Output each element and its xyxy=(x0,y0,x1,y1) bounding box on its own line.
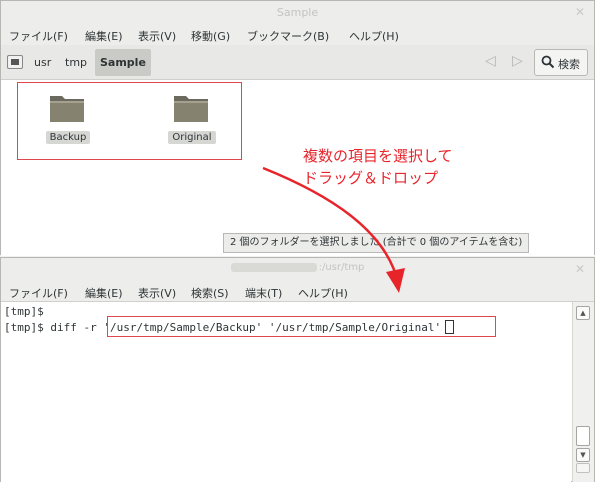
file-manager-window: Sample ✕ ファイル(F) 編集(E) 表示(V) 移動(G) ブックマー… xyxy=(0,0,595,256)
redacted-hostname xyxy=(230,262,317,272)
menu-file[interactable]: ファイル(F) xyxy=(9,285,68,301)
folder-icon xyxy=(50,96,84,122)
selection-status: 2 個のフォルダーを選択しました (合計で 0 個のアイテムを含む) xyxy=(223,233,530,253)
menu-help[interactable]: ヘルプ(H) xyxy=(298,285,348,301)
menu-view[interactable]: 表示(V) xyxy=(138,28,176,44)
close-icon[interactable]: ✕ xyxy=(575,262,585,276)
annotation-line-2: ドラッグ＆ドロップ xyxy=(303,169,439,187)
menu-bookmarks[interactable]: ブックマーク(B) xyxy=(247,28,329,44)
terminal-titlebar: :/usr/tmp ✕ xyxy=(1,258,594,280)
folder-item-original[interactable]: Original xyxy=(162,87,222,151)
breadcrumb-sample[interactable]: Sample xyxy=(95,49,151,76)
file-manager-toolbar: usr tmp Sample ◁ ▷ 検索 xyxy=(1,45,594,80)
search-label: 検索 xyxy=(558,58,580,71)
folder-label: Backup xyxy=(45,131,91,144)
terminal-scrollbar[interactable]: ▲ ▼ xyxy=(572,302,594,482)
search-button[interactable]: 検索 xyxy=(534,49,588,76)
terminal-title: :/usr/tmp xyxy=(1,262,594,273)
file-manager-titlebar: Sample ✕ xyxy=(1,1,594,25)
terminal-prompt-command: [tmp]$ diff -r xyxy=(4,321,104,334)
menu-file[interactable]: ファイル(F) xyxy=(9,28,68,44)
menu-go[interactable]: 移動(G) xyxy=(191,28,230,44)
folder-item-backup[interactable]: Backup xyxy=(38,87,98,151)
menu-view[interactable]: 表示(V) xyxy=(138,285,176,301)
terminal-title-path: :/usr/tmp xyxy=(318,262,365,273)
forward-arrow-icon[interactable]: ▷ xyxy=(512,53,523,69)
menu-edit[interactable]: 編集(E) xyxy=(85,28,123,44)
menu-search[interactable]: 検索(S) xyxy=(191,285,229,301)
menu-terminal[interactable]: 端末(T) xyxy=(245,285,282,301)
terminal-window: :/usr/tmp ✕ ファイル(F) 編集(E) 表示(V) 検索(S) 端末… xyxy=(0,257,595,482)
scrollbar-thumb[interactable] xyxy=(576,426,590,446)
breadcrumb-usr[interactable]: usr xyxy=(29,49,56,76)
terminal-menubar: ファイル(F) 編集(E) 表示(V) 検索(S) 端末(T) ヘルプ(H) xyxy=(1,280,594,302)
scroll-up-icon[interactable]: ▲ xyxy=(576,306,590,320)
terminal-output[interactable]: [tmp]$ [tmp]$ diff -r '/usr/tmp/Sample/B… xyxy=(1,302,571,482)
location-toggle-icon[interactable] xyxy=(7,55,23,69)
menu-help[interactable]: ヘルプ(H) xyxy=(349,28,399,44)
close-icon[interactable]: ✕ xyxy=(575,5,585,19)
scroll-down-icon[interactable]: ▼ xyxy=(576,448,590,462)
back-arrow-icon[interactable]: ◁ xyxy=(485,53,496,69)
resize-grip-icon[interactable] xyxy=(576,463,590,473)
folder-label: Original xyxy=(168,131,216,144)
file-manager-menubar: ファイル(F) 編集(E) 表示(V) 移動(G) ブックマーク(B) ヘルプ(… xyxy=(1,25,594,45)
menu-edit[interactable]: 編集(E) xyxy=(85,285,123,301)
drag-drop-annotation: 複数の項目を選択して ドラッグ＆ドロップ xyxy=(303,145,453,189)
dropped-paths-highlight-box xyxy=(107,316,496,337)
annotation-line-1: 複数の項目を選択して xyxy=(303,147,453,165)
folder-icon xyxy=(174,96,208,122)
terminal-line: [tmp]$ xyxy=(4,305,44,318)
search-icon xyxy=(541,55,555,69)
file-view[interactable]: Backup Original xyxy=(1,81,594,256)
window-title: Sample xyxy=(276,6,319,19)
breadcrumb-tmp[interactable]: tmp xyxy=(60,49,92,76)
